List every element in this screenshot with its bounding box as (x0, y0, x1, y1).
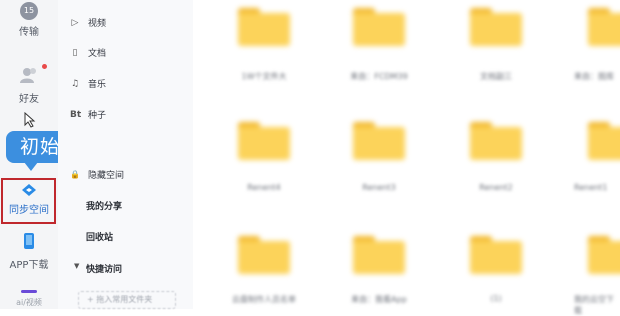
transfer-icon: 15 (20, 2, 38, 20)
folder-name[interactable]: (1) (456, 294, 536, 303)
more-icon (21, 290, 37, 293)
menu-item-my-share[interactable]: 我的分享 (86, 199, 122, 212)
menu-item-label: 我的分享 (86, 202, 123, 212)
folder-icon[interactable] (353, 236, 405, 274)
play-icon: ▷ (71, 17, 79, 28)
folder-name[interactable]: 来自：我看App (339, 294, 419, 305)
menu-item-label: 音乐 (88, 80, 107, 90)
rail-item-label: 好友 (19, 94, 39, 105)
folder-name[interactable]: Renent3 (339, 183, 419, 192)
add-folder-button[interactable]: + 拖入常用文件夹 (78, 291, 176, 309)
lock-icon: 🔒 (70, 170, 80, 179)
menu-item-hidden-space[interactable]: 🔒 隐藏空间 (70, 168, 125, 181)
folder-icon[interactable] (470, 8, 522, 46)
menu-item-label: 隐藏空间 (88, 171, 125, 181)
rail-item-label: 传输 (19, 27, 39, 38)
rail-item-transfer[interactable]: 15 传输 (0, 2, 58, 38)
menu-item-label: 回收站 (86, 233, 114, 243)
folder-name[interactable]: 我的云空下载 (574, 294, 620, 316)
folder-name[interactable]: 文档副三 (456, 71, 536, 82)
document-icon: ▯ (72, 47, 78, 58)
folder-icon[interactable] (238, 8, 290, 46)
folder-icon[interactable] (353, 122, 405, 160)
menu-item-documents[interactable]: ▯ 文档 (73, 46, 107, 60)
folder-grid: 1W个文件大 来自：FCDM39 文档副三 来自：图库 Renent4 Rene… (193, 0, 620, 315)
menu-item-label: 文档 (88, 49, 107, 59)
folder-icon[interactable] (588, 122, 620, 160)
callout-tail (24, 162, 38, 171)
menu-item-label: 种子 (88, 111, 107, 121)
quick-access-title[interactable]: 快捷访问 (86, 262, 122, 275)
folder-icon[interactable] (238, 122, 290, 160)
folder-icon[interactable] (238, 236, 290, 274)
folder-name[interactable]: 1W个文件大 (224, 71, 304, 82)
phone-icon (24, 233, 34, 249)
folder-name[interactable]: 来自：图库 (574, 71, 620, 82)
folder-icon[interactable] (470, 236, 522, 274)
menu-item-torrent[interactable]: Bt 种子 (70, 108, 107, 122)
folder-icon[interactable] (353, 8, 405, 46)
folder-icon[interactable] (588, 236, 620, 274)
torrent-icon: Bt (70, 109, 82, 120)
folder-name[interactable]: Renent4 (224, 183, 304, 192)
category-menu: ▷ 视频 ▯ 文档 ♫ 音乐 Bt 种子 🔒 隐藏空间 我的分享 回收站 ▼ 快… (58, 0, 193, 309)
folder-name[interactable]: 云盘制作人员名单 (224, 294, 304, 305)
rail-item-more[interactable]: ai/视频 (0, 286, 58, 308)
mouse-cursor-icon (24, 112, 36, 128)
rail-item-friends[interactable]: 好友 (0, 66, 58, 105)
menu-item-video[interactable]: ▷ 视频 (72, 16, 107, 30)
menu-item-recycle-bin[interactable]: 回收站 (86, 230, 113, 243)
highlight-box (1, 178, 56, 224)
folder-icon[interactable] (470, 122, 522, 160)
folder-icon[interactable] (588, 8, 620, 46)
notification-dot (42, 64, 47, 69)
friends-icon (20, 68, 36, 83)
menu-item-music[interactable]: ♫ 音乐 (71, 77, 107, 91)
rail-item-label: ai/视频 (16, 298, 42, 307)
folder-name[interactable]: Renent2 (456, 183, 536, 192)
headphones-icon: ♫ (70, 78, 80, 89)
folder-name[interactable]: Renent1 (574, 183, 620, 192)
menu-item-label: 视频 (88, 19, 107, 29)
rail-item-app-download[interactable]: APP下载 (0, 232, 58, 271)
chevron-down-icon[interactable]: ▼ (74, 262, 79, 270)
rail-item-label: APP下载 (9, 260, 49, 271)
folder-name[interactable]: 来自：FCDM39 (339, 71, 419, 82)
